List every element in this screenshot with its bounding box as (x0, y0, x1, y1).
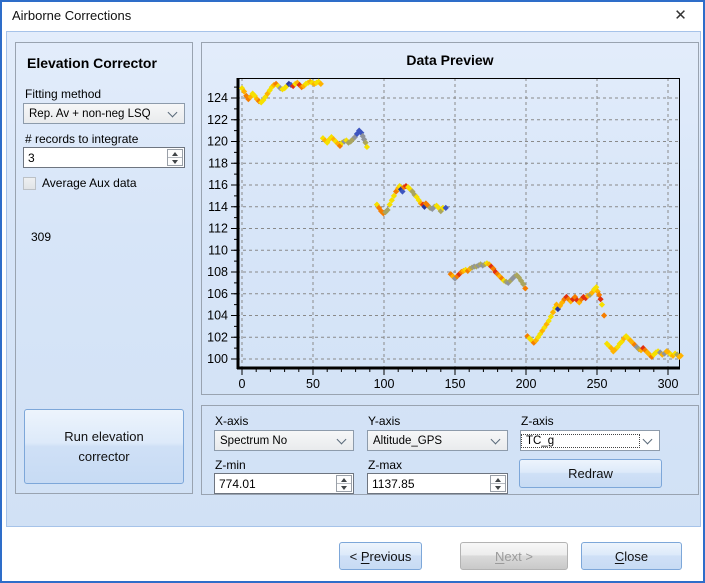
spin-up-icon[interactable] (337, 476, 351, 484)
z-max-value: 1137.85 (372, 477, 415, 491)
svg-text:100: 100 (374, 377, 395, 391)
spin-down-icon[interactable] (337, 484, 351, 491)
svg-text:112: 112 (208, 222, 228, 236)
svg-text:118: 118 (208, 156, 228, 170)
z-min-value: 774.01 (219, 477, 256, 491)
y-axis-label: Y-axis (368, 414, 400, 428)
x-axis-label: X-axis (215, 414, 248, 428)
group-heading: Elevation Corrector (27, 55, 157, 71)
close-window-button[interactable]: Close (581, 542, 682, 570)
svg-text:120: 120 (207, 135, 228, 149)
titlebar: Airborne Corrections ✕ (2, 2, 703, 29)
svg-text:150: 150 (445, 377, 466, 391)
previous-label: < Previous (350, 549, 412, 564)
next-label: Next > (495, 549, 533, 564)
x-axis-value: Spectrum No (215, 435, 334, 447)
svg-text:200: 200 (516, 377, 537, 391)
svg-text:0: 0 (239, 377, 246, 391)
records-label: # records to integrate (25, 132, 138, 146)
z-max-spinner[interactable] (490, 475, 506, 492)
svg-text:124: 124 (207, 91, 228, 105)
z-axis-value: TC_g (521, 434, 640, 448)
z-max-input[interactable]: 1137.85 (367, 473, 508, 494)
chevron-down-icon (168, 107, 178, 117)
x-axis-select[interactable]: Spectrum No (214, 430, 354, 451)
y-axis-select[interactable]: Altitude_GPS (367, 430, 508, 451)
records-input[interactable]: 3 (23, 147, 185, 168)
airborne-corrections-dialog: Airborne Corrections ✕ Elevation Correct… (0, 0, 705, 583)
run-elevation-corrector-button[interactable]: Run elevation corrector (24, 409, 184, 484)
svg-text:100: 100 (207, 352, 228, 366)
previous-button[interactable]: < Previous (339, 542, 422, 570)
window-title: Airborne Corrections (12, 8, 131, 23)
redraw-label: Redraw (568, 466, 613, 481)
spin-down-icon[interactable] (168, 158, 182, 165)
spin-down-icon[interactable] (491, 484, 505, 491)
svg-text:106: 106 (207, 287, 228, 301)
spin-up-icon[interactable] (491, 476, 505, 484)
record-count: 309 (31, 230, 51, 244)
average-aux-label: Average Aux data (42, 176, 137, 190)
svg-text:108: 108 (207, 265, 228, 279)
fitting-method-label: Fitting method (25, 87, 101, 101)
svg-text:116: 116 (208, 178, 228, 192)
content-panel: Elevation Corrector Fitting method Rep. … (6, 31, 701, 527)
z-axis-label: Z-axis (521, 414, 554, 428)
data-preview-group: Data Preview 100102104106108110112114116… (201, 42, 699, 395)
chevron-down-icon (491, 434, 501, 444)
records-value: 3 (28, 151, 35, 165)
svg-text:50: 50 (306, 377, 320, 391)
z-min-spinner[interactable] (336, 475, 352, 492)
svg-text:102: 102 (207, 330, 228, 344)
z-min-label: Z-min (215, 458, 246, 472)
svg-text:114: 114 (208, 200, 228, 214)
svg-text:122: 122 (207, 113, 228, 127)
y-axis-value: Altitude_GPS (368, 435, 488, 447)
svg-text:300: 300 (658, 377, 679, 391)
svg-text:104: 104 (207, 309, 228, 323)
average-aux-row: Average Aux data (23, 176, 137, 190)
fitting-method-value: Rep. Av + non-neg LSQ (24, 108, 165, 120)
svg-text:250: 250 (587, 377, 608, 391)
svg-text:110: 110 (208, 243, 228, 257)
average-aux-checkbox[interactable] (23, 177, 36, 190)
next-button: Next > (460, 542, 568, 570)
z-min-input[interactable]: 774.01 (214, 473, 354, 494)
preview-plot: 100 102 104 106 108 110 112 114 116 118 120 122 124 0… (202, 43, 698, 394)
spin-up-icon[interactable] (168, 150, 182, 158)
close-icon: ✕ (674, 8, 687, 23)
chevron-down-icon (337, 434, 347, 444)
redraw-button[interactable]: Redraw (519, 459, 662, 488)
close-button[interactable]: ✕ (658, 2, 703, 29)
z-max-label: Z-max (368, 458, 402, 472)
z-axis-select[interactable]: TC_g (520, 430, 660, 451)
records-spinner[interactable] (167, 149, 183, 166)
elevation-corrector-group: Elevation Corrector Fitting method Rep. … (15, 42, 193, 494)
fitting-method-select[interactable]: Rep. Av + non-neg LSQ (23, 103, 185, 124)
run-button-label: Run elevation corrector (45, 427, 163, 466)
chevron-down-icon (643, 434, 653, 444)
close-label: Close (615, 549, 648, 564)
axis-controls-group: X-axis Y-axis Z-axis Spectrum No Altitud… (201, 405, 699, 495)
